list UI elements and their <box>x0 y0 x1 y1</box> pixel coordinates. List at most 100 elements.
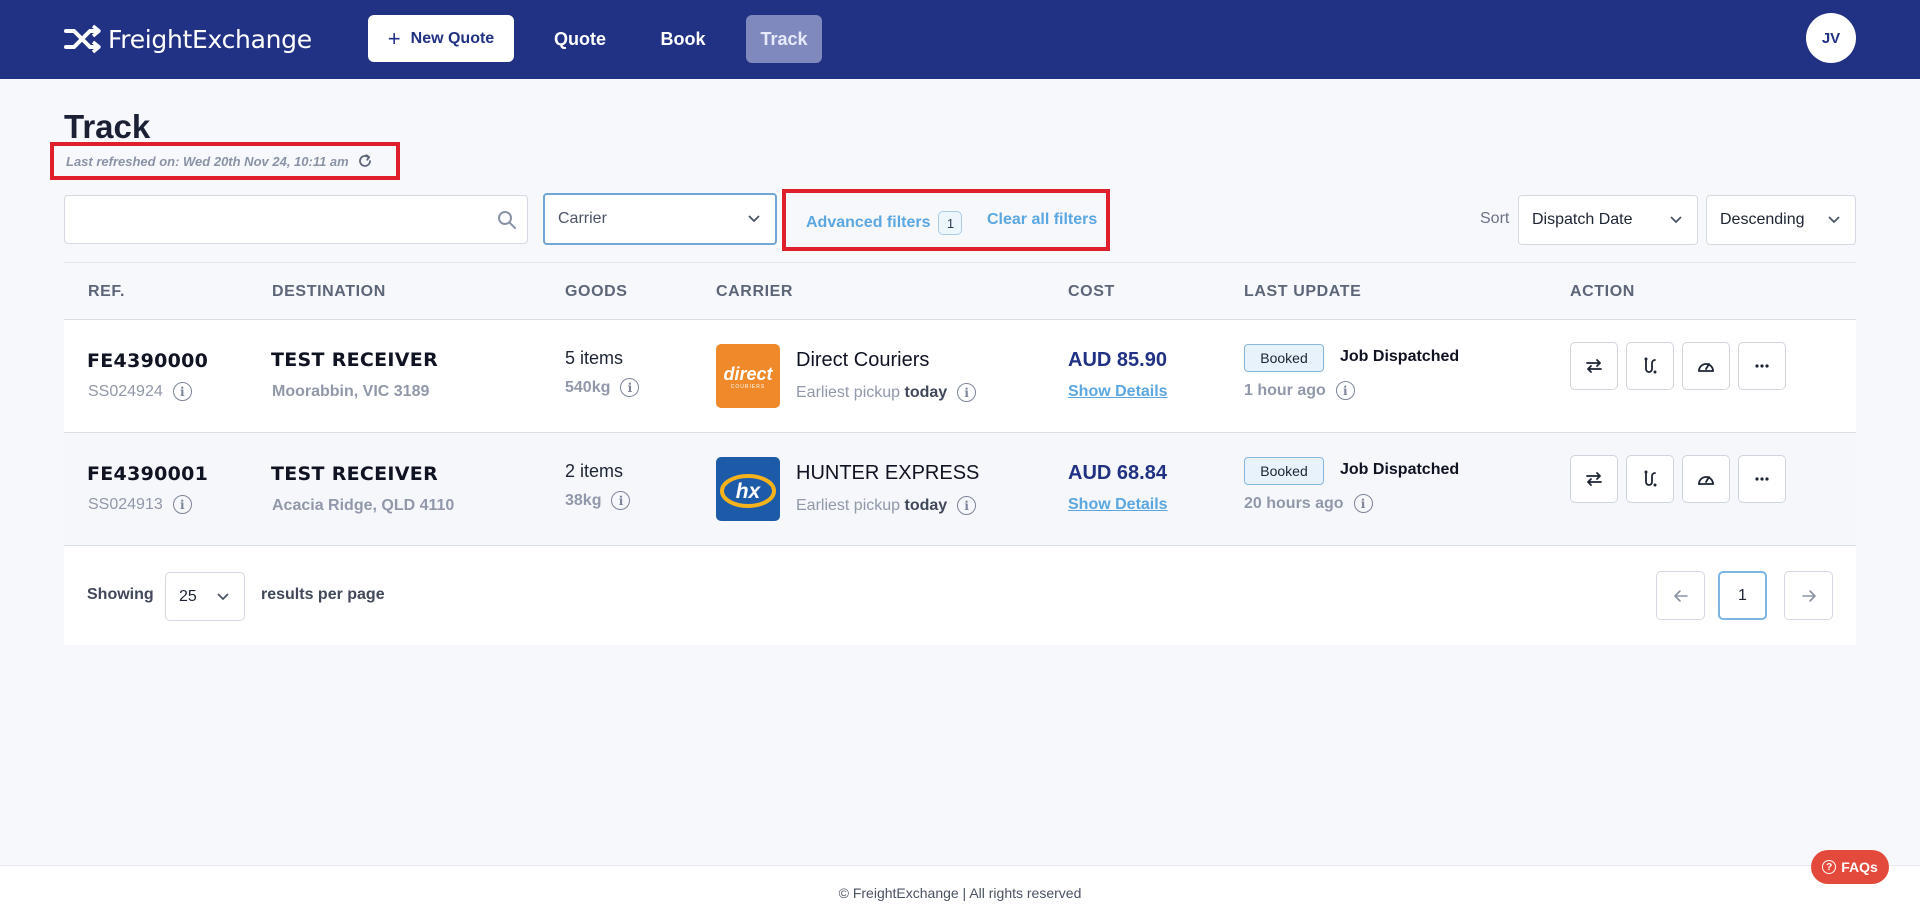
col-action: ACTION <box>1570 283 1635 300</box>
carrier-name: HUNTER EXPRESS <box>796 462 980 484</box>
info-icon[interactable]: i <box>611 491 631 510</box>
carrier-select[interactable]: Carrier <box>543 193 777 245</box>
arrow-right-icon <box>1801 589 1816 602</box>
direct-couriers-logo: direct COURIERS <box>716 344 780 408</box>
user-avatar[interactable]: JV <box>1806 13 1856 63</box>
carrier-select-placeholder: Carrier <box>558 210 607 227</box>
carrier-logo-subtext: COURIERS <box>731 384 765 390</box>
col-last-update: LAST UPDATE <box>1244 283 1362 300</box>
route-button[interactable] <box>1626 455 1674 503</box>
clear-filters-link[interactable]: Clear all filters <box>987 211 1097 229</box>
chevron-down-icon <box>748 215 760 223</box>
new-quote-label: New Quote <box>410 29 495 47</box>
help-icon: ? <box>1822 860 1837 874</box>
status-text: Job Dispatched <box>1340 461 1460 478</box>
per-page-value: 25 <box>179 587 197 605</box>
filter-count-badge: 1 <box>938 211 963 235</box>
hunter-express-logo-graphic: hx <box>720 474 776 508</box>
chevron-down-icon <box>1670 216 1682 224</box>
advanced-filters-link[interactable]: Advanced filters 1 <box>806 211 963 235</box>
col-ref: REF. <box>88 283 126 300</box>
per-page-select[interactable]: 25 <box>165 572 245 621</box>
col-goods: GOODS <box>565 283 628 300</box>
pickup-day: today <box>904 383 948 401</box>
table-header: REF. DESTINATION GOODS CARRIER COST LAST… <box>64 262 1856 320</box>
carrier-name: Direct Couriers <box>796 349 930 371</box>
col-destination: DESTINATION <box>272 283 386 300</box>
page-title: Track <box>64 108 151 145</box>
search-field[interactable] <box>64 195 528 244</box>
col-carrier: CARRIER <box>716 283 794 300</box>
route-button[interactable] <box>1626 342 1674 390</box>
filters-highlight: Advanced filters 1 Clear all filters <box>782 189 1110 251</box>
next-page-button[interactable] <box>1784 571 1833 620</box>
hunter-express-logo: hx <box>716 457 780 521</box>
gauge-icon <box>1698 476 1714 485</box>
search-input[interactable] <box>65 196 527 243</box>
track-speed-button[interactable] <box>1682 342 1730 390</box>
info-icon[interactable]: i <box>957 496 977 515</box>
info-icon[interactable]: i <box>1335 381 1355 400</box>
table-row[interactable]: FE4390001 SS024913 i TEST RECEIVER Acaci… <box>64 433 1856 546</box>
pagination-bar: Showing 25 results per page 1 <box>64 546 1856 645</box>
direct-couriers-logo-graphic: direct COURIERS <box>723 364 773 390</box>
more-button[interactable] <box>1738 455 1786 503</box>
logo[interactable]: FreightExchange <box>64 22 312 56</box>
goods-weight: 540kg i <box>565 378 640 397</box>
more-horizontal-icon <box>1755 477 1769 481</box>
search-icon <box>498 211 516 229</box>
prev-page-button[interactable] <box>1656 571 1705 620</box>
more-button[interactable] <box>1738 342 1786 390</box>
rebook-button[interactable] <box>1570 455 1618 503</box>
pickup-info: Earliest pickup today i <box>796 383 977 402</box>
page-1-button[interactable]: 1 <box>1718 571 1767 620</box>
swap-arrows-icon <box>1586 359 1602 373</box>
cost-value: AUD 85.90 <box>1068 349 1167 371</box>
goods-weight-text: 38kg <box>565 491 602 509</box>
goods-weight: 38kg i <box>565 491 631 510</box>
info-icon[interactable]: i <box>172 382 192 401</box>
destination-name: TEST RECEIVER <box>271 349 439 371</box>
carrier-logo-text: direct <box>723 364 773 384</box>
pickup-prefix: Earliest pickup <box>796 383 901 401</box>
new-quote-button[interactable]: + New Quote <box>368 15 514 62</box>
info-icon[interactable]: i <box>957 383 977 402</box>
updated-text: 20 hours ago <box>1244 494 1344 512</box>
rebook-button[interactable] <box>1570 342 1618 390</box>
nav-track[interactable]: Track <box>746 15 822 63</box>
sub-ref: SS024913 i <box>88 495 192 514</box>
track-speed-button[interactable] <box>1682 455 1730 503</box>
destination-location: Acacia Ridge, QLD 4110 <box>272 497 455 514</box>
sort-label: Sort <box>1480 210 1510 227</box>
last-update-time: 1 hour ago i <box>1244 381 1355 400</box>
info-icon[interactable]: i <box>620 378 640 397</box>
show-details-link[interactable]: Show Details <box>1068 496 1168 514</box>
copyright-text: © FreightExchange | All rights reserved <box>838 884 1082 901</box>
footer: © FreightExchange | All rights reserved <box>0 865 1920 919</box>
goods-items: 2 items <box>565 461 624 481</box>
ref-number[interactable]: FE4390000 <box>87 350 208 372</box>
destination-location: Moorabbin, VIC 3189 <box>272 383 430 400</box>
status-badge: Booked <box>1244 344 1324 372</box>
carrier-logo-text: hx <box>736 480 762 503</box>
sort-field-select[interactable]: Dispatch Date <box>1518 195 1698 245</box>
destination-name: TEST RECEIVER <box>271 463 439 485</box>
sort-field-value: Dispatch Date <box>1532 211 1633 228</box>
chevron-down-icon <box>1828 216 1840 224</box>
swap-arrows-icon <box>1586 472 1602 486</box>
goods-weight-text: 540kg <box>565 378 611 396</box>
nav-quote[interactable]: Quote <box>540 15 620 63</box>
sort-order-select[interactable]: Descending <box>1706 195 1856 245</box>
info-icon[interactable]: i <box>1353 494 1373 513</box>
show-details-link[interactable]: Show Details <box>1068 383 1168 401</box>
ref-number[interactable]: FE4390001 <box>87 463 208 485</box>
faqs-button[interactable]: ? FAQs <box>1811 850 1889 884</box>
shuffle-logo-icon <box>64 24 101 54</box>
nav-book[interactable]: Book <box>642 15 724 63</box>
info-icon[interactable]: i <box>172 495 192 514</box>
refresh-icon[interactable] <box>357 153 373 169</box>
pickup-prefix: Earliest pickup <box>796 496 901 514</box>
table-row[interactable]: FE4390000 SS024924 i TEST RECEIVER Moora… <box>64 320 1856 433</box>
top-navbar: FreightExchange + New Quote Quote Book T… <box>0 0 1920 79</box>
gauge-icon <box>1698 363 1714 372</box>
